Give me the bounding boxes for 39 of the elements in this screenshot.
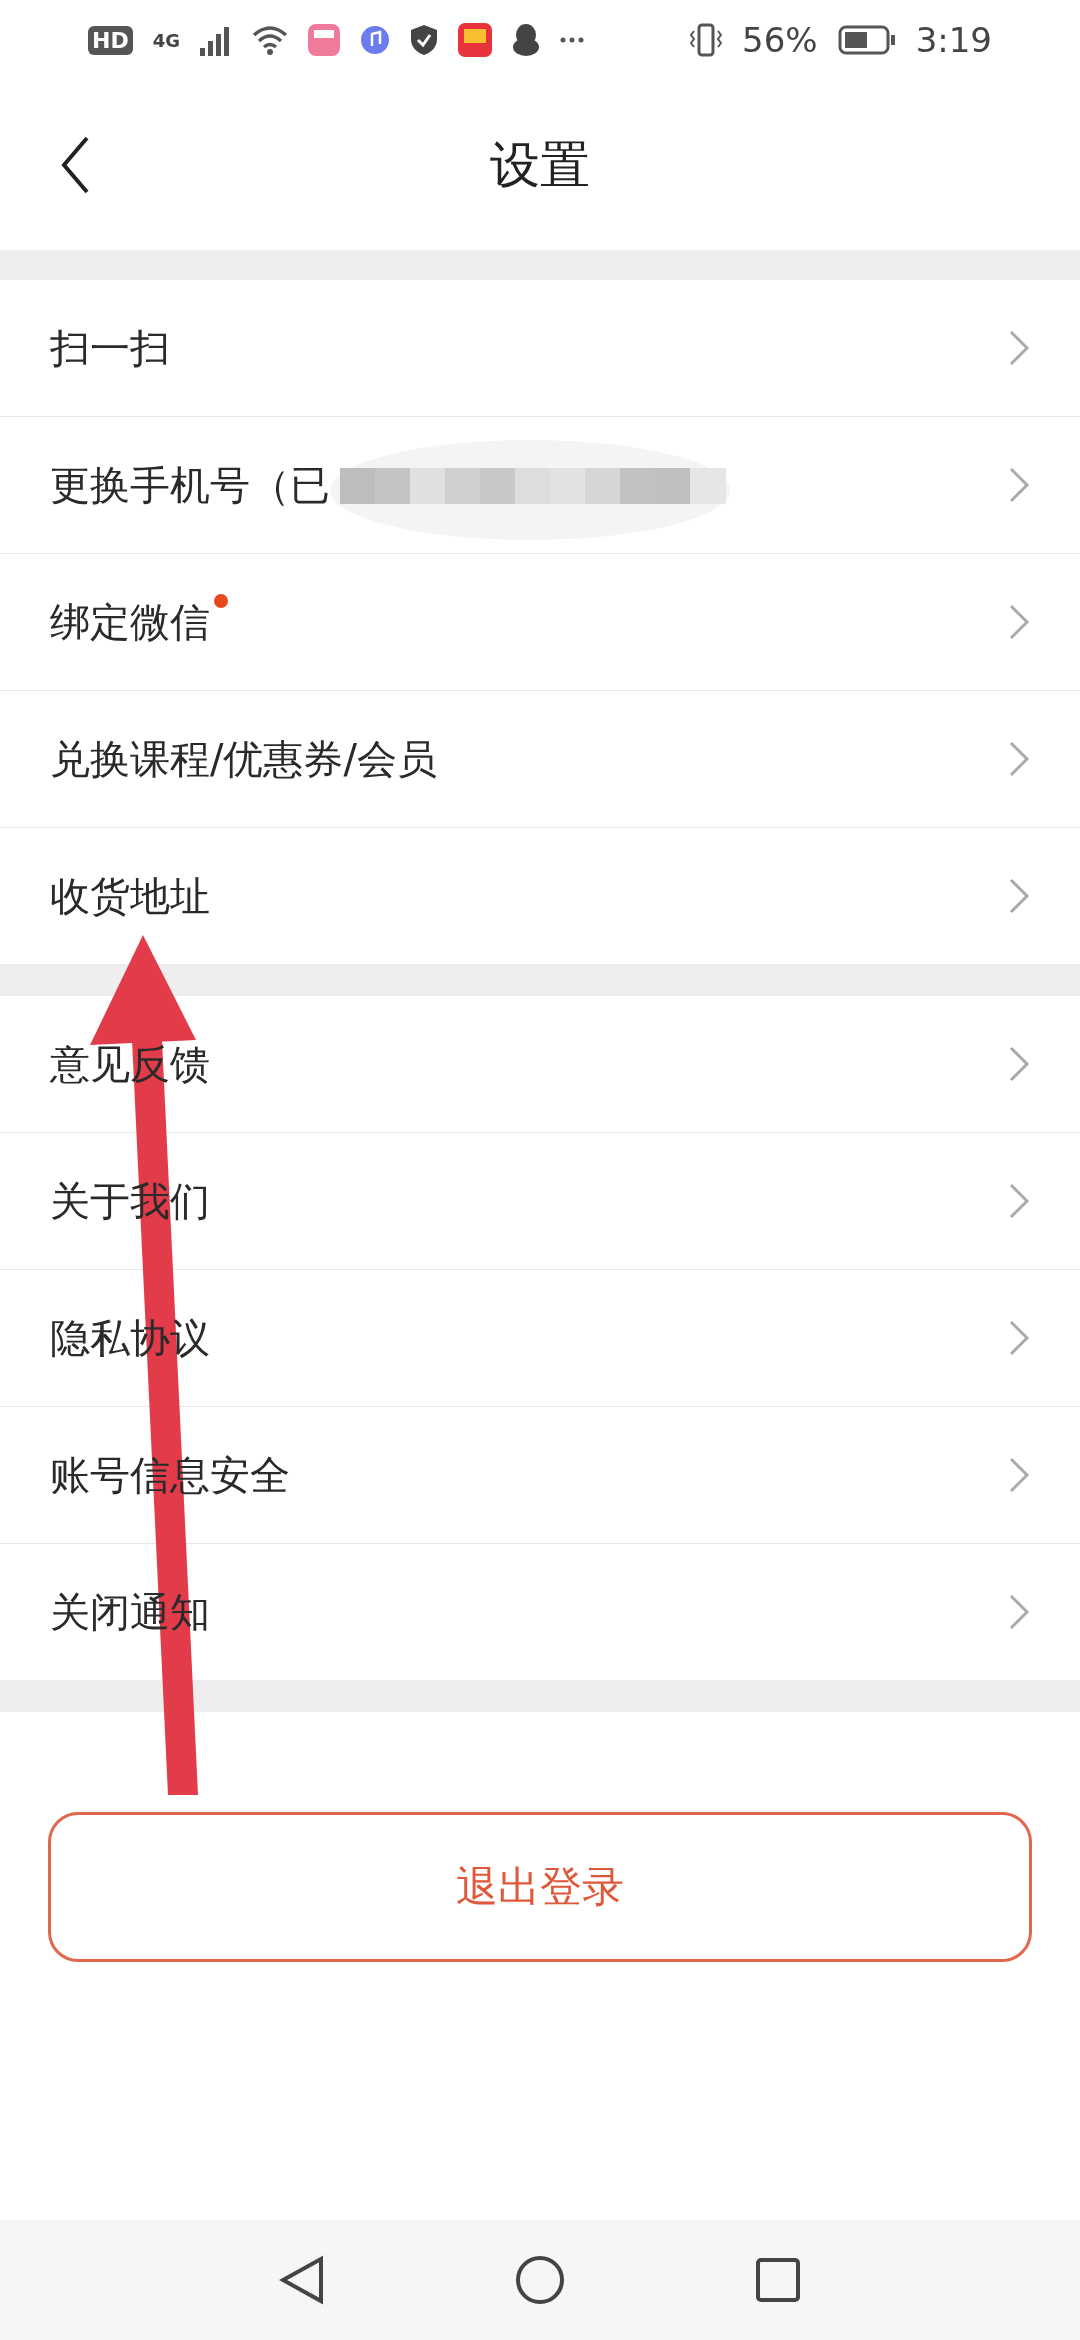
settings-row[interactable]: 扫一扫: [0, 280, 1080, 417]
logout-button[interactable]: 退出登录: [48, 1812, 1032, 1962]
battery-percent: 56%: [742, 20, 818, 60]
chevron-right-icon: [1008, 603, 1030, 641]
chevron-right-icon: [1008, 329, 1030, 367]
chevron-right-icon: [1008, 740, 1030, 778]
more-icon: [560, 37, 584, 43]
network-type: 4G: [152, 29, 180, 51]
settings-row[interactable]: 兑换课程/优惠券/会员: [0, 691, 1080, 828]
home-circle-icon[interactable]: [515, 2255, 565, 2305]
vibrate-icon: [690, 23, 723, 57]
chevron-right-icon: [1008, 877, 1030, 915]
hd-indicator: HD: [88, 25, 133, 55]
chevron-right-icon: [1008, 466, 1030, 504]
settings-row[interactable]: 绑定微信: [0, 554, 1080, 691]
chevron-right-icon: [1008, 1182, 1030, 1220]
chevron-right-icon: [1008, 1319, 1030, 1357]
app-icon: [308, 24, 340, 56]
penguin-icon: [512, 23, 540, 57]
row-label: 兑换课程/优惠券/会员: [50, 734, 437, 784]
chevron-right-icon: [1008, 1045, 1030, 1083]
recent-apps-square-icon[interactable]: [755, 2257, 801, 2303]
wifi-icon: [252, 25, 288, 55]
row-label: 收货地址: [50, 871, 210, 921]
settings-row[interactable]: 收货地址: [0, 828, 1080, 964]
row-label: 绑定微信: [50, 597, 210, 647]
chevron-right-icon: [1008, 1593, 1030, 1631]
app-icon: [458, 23, 492, 57]
battery-icon: [837, 25, 896, 55]
shield-check-icon: [410, 24, 438, 56]
music-note-icon: [360, 25, 390, 55]
row-label: 更换手机号（已: [50, 460, 330, 510]
clock-time: 3:19: [915, 20, 992, 60]
back-triangle-icon[interactable]: [279, 2255, 325, 2305]
chevron-right-icon: [1008, 1456, 1030, 1494]
row-label: 扫一扫: [50, 323, 170, 373]
signal-icon: [200, 24, 232, 56]
page-title: 设置: [490, 134, 590, 196]
settings-row[interactable]: 更换手机号（已: [0, 417, 1080, 554]
